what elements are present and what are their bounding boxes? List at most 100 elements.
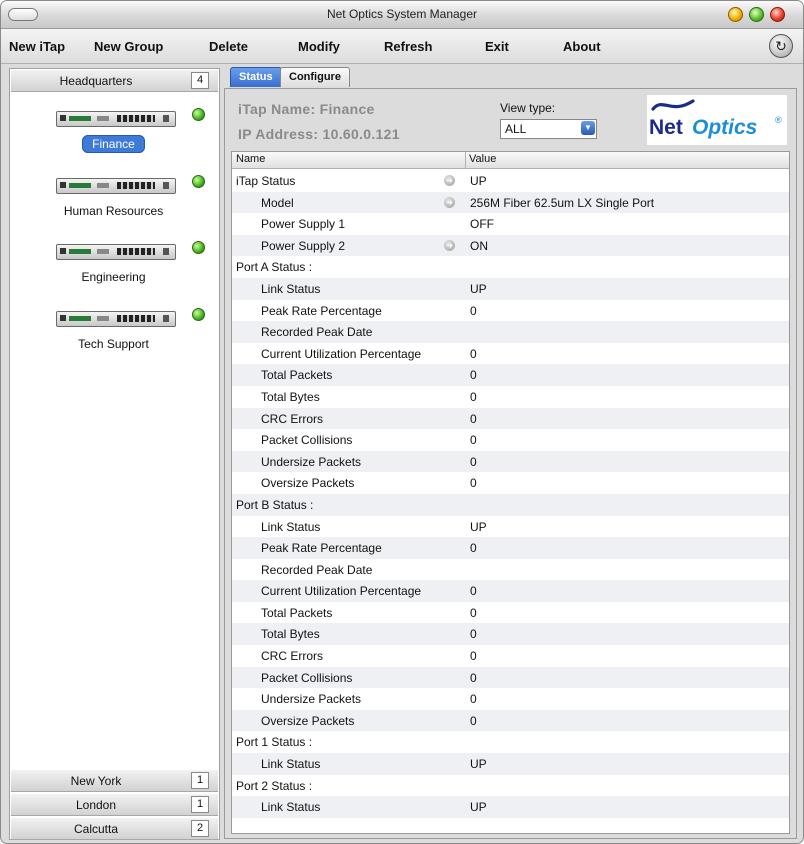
group-label: London — [75, 798, 117, 812]
table-row[interactable]: Oversize Packets 0 — [232, 709, 789, 732]
row-value: 0 — [470, 346, 477, 361]
table-row[interactable]: Port 1 Status : — [232, 731, 789, 753]
row-name: CRC Errors — [261, 649, 323, 664]
close-button[interactable] — [770, 7, 785, 22]
detail-arrow-icon[interactable]: ➜ — [444, 175, 455, 186]
row-value: 0 — [470, 454, 477, 469]
group-count-badge: 4 — [191, 72, 209, 89]
table-row[interactable]: Current Utilization Percentage 0 — [232, 343, 789, 365]
table-row[interactable]: Packet Collisions 0 — [232, 666, 789, 689]
row-value: ON — [470, 238, 488, 253]
table-row[interactable]: Total Bytes 0 — [232, 623, 789, 646]
table-row[interactable]: Packet Collisions 0 — [232, 429, 789, 451]
table-row[interactable]: Link Status UP — [232, 796, 789, 818]
title-bar: Net Optics System Manager — [1, 1, 803, 29]
table-row[interactable]: Port 2 Status : — [232, 775, 789, 797]
column-header-value[interactable]: Value — [469, 153, 496, 165]
table-row[interactable]: Oversize Packets 0 — [232, 472, 789, 494]
row-value: 0 — [470, 411, 477, 426]
row-name: Link Status — [261, 800, 321, 815]
modify-button[interactable]: Modify — [298, 39, 340, 54]
tab-status[interactable]: Status — [230, 67, 282, 87]
table-row[interactable]: Total Packets 0 — [232, 364, 789, 386]
row-value: 0 — [470, 627, 477, 642]
table-row[interactable]: Undersize Packets 0 — [232, 450, 789, 473]
window-title: Net Optics System Manager — [326, 7, 478, 21]
exit-button[interactable]: Exit — [485, 39, 509, 54]
table-row[interactable]: Peak Rate Percentage 0 — [232, 537, 789, 559]
table-row[interactable]: Current Utilization Percentage 0 — [232, 580, 789, 602]
delete-button[interactable]: Delete — [209, 39, 248, 54]
row-name: Peak Rate Percentage — [261, 541, 382, 556]
status-led-icon — [192, 308, 205, 321]
table-row[interactable]: Recorded Peak Date — [232, 559, 789, 581]
view-type-select[interactable]: ALL ▼ — [500, 119, 597, 139]
table-row[interactable]: Model ➜ 256M Fiber 62.5um LX Single Port — [232, 191, 789, 214]
device-label: Engineering — [81, 270, 146, 284]
row-value: 0 — [470, 692, 477, 707]
minimize-button[interactable] — [728, 7, 743, 22]
table-row[interactable]: Peak Rate Percentage 0 — [232, 300, 789, 322]
column-header-name[interactable]: Name — [236, 153, 265, 165]
table-row[interactable]: Total Packets 0 — [232, 602, 789, 624]
row-value: 0 — [470, 584, 477, 599]
status-led-icon — [192, 241, 205, 254]
table-row[interactable]: Port B Status : — [232, 493, 789, 516]
device-human-resources[interactable]: Human Resources — [10, 162, 217, 224]
group-count-badge: 2 — [191, 820, 209, 837]
view-type-value: ALL — [505, 122, 527, 136]
logo-optics-text: Optics — [692, 116, 758, 139]
group-count-badge: 1 — [191, 772, 209, 789]
table-row[interactable]: Link Status UP — [232, 753, 789, 775]
table-row[interactable]: Link Status UP — [232, 277, 789, 300]
detail-arrow-icon[interactable]: ➜ — [444, 239, 455, 251]
table-row[interactable]: Undersize Packets 0 — [232, 688, 789, 710]
device-finance[interactable]: Finance — [10, 95, 217, 157]
row-value: 0 — [470, 713, 477, 728]
table-row[interactable]: CRC Errors 0 — [232, 645, 789, 667]
table-row[interactable]: Recorded Peak Date — [232, 321, 789, 343]
table-row[interactable]: Total Bytes 0 — [232, 386, 789, 408]
itap-device-icon — [56, 244, 176, 260]
row-name: Oversize Packets — [261, 476, 355, 491]
new-itap-button[interactable]: New iTap — [9, 39, 65, 54]
device-label: Tech Support — [78, 337, 149, 351]
table-row[interactable]: Port A Status : — [232, 256, 789, 278]
zoom-button[interactable] — [749, 7, 764, 22]
detail-arrow-icon[interactable]: ➜ — [444, 196, 455, 208]
device-engineering[interactable]: Engineering — [10, 228, 217, 290]
table-row[interactable]: Power Supply 1 OFF — [232, 213, 789, 235]
status-led-icon — [192, 175, 205, 188]
about-button[interactable]: About — [563, 39, 601, 54]
status-led-icon — [192, 108, 205, 121]
device-tech-support[interactable]: Tech Support — [10, 295, 217, 357]
group-header-new-york[interactable]: New York 1 — [11, 769, 218, 792]
itap-device-icon — [56, 178, 176, 194]
row-value: 0 — [470, 389, 477, 404]
row-name: Current Utilization Percentage — [261, 346, 422, 361]
row-value: 0 — [470, 670, 477, 685]
table-row[interactable]: Power Supply 2 ➜ ON — [232, 234, 789, 257]
tab-configure[interactable]: Configure — [280, 67, 350, 87]
group-header-calcutta[interactable]: Calcutta 2 — [11, 817, 218, 840]
row-value: UP — [470, 174, 487, 188]
row-name: Recorded Peak Date — [261, 325, 373, 340]
table-body: iTap Status ➜ UP Model ➜ 256M Fiber 62.5um LX… — [232, 170, 789, 818]
row-name: Port A Status : — [236, 260, 313, 275]
itap-device-icon — [56, 111, 176, 127]
table-row[interactable]: Link Status UP — [232, 516, 789, 538]
row-name: Port 2 Status : — [236, 778, 313, 793]
refresh-button[interactable]: Refresh — [384, 39, 432, 54]
group-header-london[interactable]: London 1 — [11, 793, 218, 816]
net-optics-logo: Net Optics ® — [647, 95, 787, 145]
table-row[interactable]: CRC Errors 0 — [232, 407, 789, 430]
refresh-icon[interactable]: ↻ — [769, 34, 793, 58]
table-row[interactable]: iTap Status ➜ UP — [232, 170, 789, 192]
dropdown-arrow-icon: ▼ — [581, 121, 595, 135]
row-name: Total Bytes — [261, 389, 320, 404]
row-name: Power Supply 1 — [261, 217, 346, 232]
new-group-button[interactable]: New Group — [94, 39, 163, 54]
status-table: Name Value iTap Status ➜ UP Model ➜ 256M Fibe… — [231, 151, 790, 834]
sidebar: Headquarters 4 Finance Human Resources E… — [9, 68, 220, 840]
group-header-headquarters[interactable]: Headquarters 4 — [11, 69, 218, 92]
